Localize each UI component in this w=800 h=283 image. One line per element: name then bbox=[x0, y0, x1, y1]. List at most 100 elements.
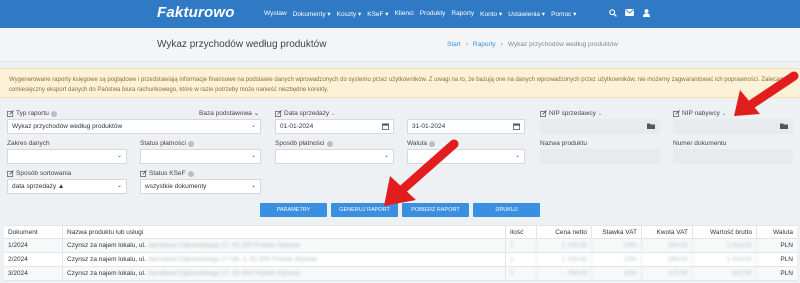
col-ilosc[interactable]: Ilość bbox=[506, 226, 537, 238]
nav-item-klienci[interactable]: Klienci bbox=[395, 10, 414, 18]
nav-item-raporty[interactable]: Raporty bbox=[451, 10, 474, 18]
date-from-input[interactable]: 01-01-2024 bbox=[275, 119, 394, 134]
status-ksef-value: wszystkie dokumenty bbox=[145, 183, 207, 190]
chevron-down-icon[interactable]: ⌄ bbox=[722, 111, 726, 117]
sposob-sortowania-label: Sposób sortowania bbox=[16, 170, 72, 177]
drukuj-button[interactable]: DRUKUJ bbox=[473, 203, 540, 217]
cell-ilosc: 1 bbox=[506, 239, 537, 252]
nazwa-produktu-label: Nazwa produktu bbox=[540, 140, 587, 147]
cell-waluta: PLN bbox=[780, 242, 793, 249]
cell-wartosc-brutto: 922,50 bbox=[693, 267, 757, 280]
sposob-platnosci-label: Sposób płatności bbox=[275, 140, 325, 147]
info-icon[interactable] bbox=[326, 140, 333, 147]
edit-icon bbox=[7, 110, 14, 117]
col-dokument[interactable]: Dokument bbox=[4, 226, 63, 238]
chevron-down-icon[interactable]: ⌄ bbox=[598, 111, 602, 117]
status-ksef-select[interactable]: wszystkie dokumenty ⌄ bbox=[140, 179, 261, 194]
col-wartosc-brutto[interactable]: Wartość brutto bbox=[693, 226, 757, 238]
chevron-down-icon[interactable]: ⌄ bbox=[331, 111, 335, 117]
nip-nabywcy-input[interactable] bbox=[673, 119, 793, 134]
field-nazwa-produktu: Nazwa produktu bbox=[540, 139, 587, 148]
app-logo[interactable]: Fakturowo bbox=[157, 4, 235, 21]
nazwa-produktu-input[interactable] bbox=[540, 149, 660, 164]
nip-sprzedawcy-label: NIP sprzedawcy bbox=[549, 110, 596, 117]
chevron-down-icon: ⌄ bbox=[514, 153, 520, 159]
breadcrumb-raporty[interactable]: Raporty bbox=[473, 41, 496, 48]
table-row[interactable]: 2/2024 Czynsz za najem lokalu, ul. Jaros… bbox=[4, 253, 797, 267]
zakres-danych-select[interactable]: ⌄ bbox=[7, 149, 127, 164]
table-row[interactable]: 1/2024 Czynsz za najem lokalu, ul. Jaros… bbox=[4, 239, 797, 253]
numer-dokumentu-input[interactable] bbox=[673, 149, 793, 164]
cell-cena-netto: 1 150,00 bbox=[537, 239, 592, 252]
chevron-down-icon: ⌄ bbox=[250, 183, 256, 189]
field-nip-nabywcy: NIP nabywcy ⌄ bbox=[673, 109, 726, 118]
page-header: Wykaz przychodów według produktów Start … bbox=[0, 28, 800, 62]
report-table: Dokument Nazwa produktu lub usługi Ilość… bbox=[4, 225, 797, 281]
nip-sprzedawcy-input[interactable] bbox=[540, 119, 660, 134]
nav-item-wystaw[interactable]: Wystaw bbox=[264, 10, 287, 18]
folder-icon[interactable] bbox=[647, 123, 655, 129]
field-data-sprzedazy: Data sprzedaży ⌄ bbox=[275, 109, 335, 118]
cell-wartosc-brutto: 1 414,50 bbox=[693, 253, 757, 266]
cell-cena-netto: 1 150,00 bbox=[537, 253, 592, 266]
report-disclaimer-notice: Wygenerowane raporty księgowe są poglądo… bbox=[0, 68, 800, 98]
calendar-icon[interactable] bbox=[513, 123, 520, 130]
col-kwota-vat[interactable]: Kwota VAT bbox=[642, 226, 693, 238]
status-platnosci-label: Status płatności bbox=[140, 140, 186, 147]
date-to-input[interactable]: 31-01-2024 bbox=[407, 119, 525, 134]
nav-item-ksef[interactable]: KSeF ▾ bbox=[367, 10, 388, 18]
baza-podstawowa-toggle[interactable]: Baza podstawowa ⌄ bbox=[199, 109, 260, 118]
search-icon[interactable] bbox=[608, 8, 617, 17]
nav-item-koszty[interactable]: Koszty ▾ bbox=[337, 10, 362, 18]
info-icon[interactable] bbox=[187, 140, 194, 147]
top-navbar: Fakturowo Wystaw Dokumenty ▾ Koszty ▾ KS… bbox=[0, 0, 800, 28]
nav-item-pomoc[interactable]: Pomoc ▾ bbox=[551, 10, 576, 18]
table-row[interactable]: 3/2024 Czynsz za najem lokalu, ul. Jaros… bbox=[4, 267, 797, 281]
sposob-sortowania-value: data sprzedaży ▲ bbox=[12, 183, 65, 190]
main-nav: Wystaw Dokumenty ▾ Koszty ▾ KSeF ▾ Klien… bbox=[264, 10, 582, 18]
status-platnosci-select[interactable]: ⌄ bbox=[140, 149, 261, 164]
col-stawka-vat[interactable]: Stawka VAT bbox=[592, 226, 642, 238]
folder-icon[interactable] bbox=[780, 123, 788, 129]
typ-raportu-select[interactable]: Wykaz przychodów według produktów ⌄ bbox=[7, 119, 261, 134]
info-icon[interactable] bbox=[50, 110, 57, 117]
field-sposob-platnosci: Sposób płatności bbox=[275, 139, 333, 148]
info-icon[interactable] bbox=[187, 170, 194, 177]
sposob-platnosci-select[interactable]: ⌄ bbox=[275, 149, 394, 164]
nav-item-produkty[interactable]: Produkty bbox=[420, 10, 446, 18]
table-header: Dokument Nazwa produktu lub usługi Ilość… bbox=[4, 225, 797, 239]
col-waluta[interactable]: Waluta bbox=[757, 226, 797, 238]
cell-kwota-vat: 172,50 bbox=[642, 267, 693, 280]
cell-nazwa-text: Czynsz za najem lokalu, ul. bbox=[67, 242, 146, 249]
chevron-down-icon: ⌄ bbox=[116, 183, 122, 189]
calendar-icon[interactable] bbox=[382, 123, 389, 130]
col-cena-netto[interactable]: Cena netto bbox=[537, 226, 592, 238]
data-sprzedazy-label: Data sprzedaży bbox=[284, 110, 330, 117]
cell-kwota-vat: 264,50 bbox=[642, 239, 693, 252]
nav-item-konto[interactable]: Konto ▾ bbox=[480, 10, 502, 18]
breadcrumb-start[interactable]: Start bbox=[447, 41, 461, 48]
cell-dokument: 1/2024 bbox=[4, 239, 63, 252]
cell-kwota-vat: 264,50 bbox=[642, 253, 693, 266]
nav-item-dokumenty[interactable]: Dokumenty ▾ bbox=[293, 10, 331, 18]
chevron-down-icon: ⌄ bbox=[253, 110, 260, 117]
numer-dokumentu-label: Numer dokumentu bbox=[673, 140, 727, 147]
cell-stawka-vat: 23% bbox=[592, 253, 642, 266]
chevron-down-icon: ⌄ bbox=[250, 153, 256, 159]
cell-nazwa-text: Czynsz za najem lokalu, ul. bbox=[67, 256, 146, 263]
cell-nazwa: Czynsz za najem lokalu, ul. Jarosława Dą… bbox=[63, 253, 506, 266]
date-from-value: 01-01-2024 bbox=[280, 123, 314, 130]
sposob-sortowania-select[interactable]: data sprzedaży ▲ ⌄ bbox=[7, 179, 127, 194]
user-icon[interactable] bbox=[642, 8, 651, 17]
col-nazwa-produktu[interactable]: Nazwa produktu lub usługi bbox=[63, 226, 506, 238]
field-status-ksef: Status KSeF bbox=[140, 169, 194, 178]
parametry-button[interactable]: PARAMETRY bbox=[260, 203, 327, 217]
breadcrumb: Start › Raporty › Wykaz przychodów wedłu… bbox=[447, 41, 618, 48]
field-zakres-danych: Zakres danych bbox=[7, 139, 50, 148]
cell-wartosc-brutto: 1 414,50 bbox=[693, 239, 757, 252]
nav-item-ustawienia[interactable]: Ustawienia ▾ bbox=[508, 10, 545, 18]
cell-cena-netto: 750,00 bbox=[537, 267, 592, 280]
edit-icon bbox=[275, 110, 282, 117]
mail-icon[interactable] bbox=[625, 8, 634, 17]
field-nip-sprzedawcy: NIP sprzedawcy ⌄ bbox=[540, 109, 602, 118]
